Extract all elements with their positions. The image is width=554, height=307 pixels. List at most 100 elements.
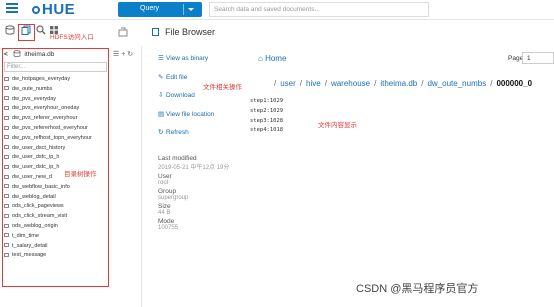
documents-icon[interactable] [118,27,128,37]
metadata-label: Mode [158,218,175,225]
table-icon [4,86,9,91]
metadata-label: Size [158,203,171,210]
content-line: step1:1029 [250,98,284,104]
tree-header: < itheima.db [4,50,54,58]
table-tree-item-label: ods_click_stream_visit [12,213,68,220]
filter-icon[interactable]: ☰ [113,51,119,58]
table-icon [4,233,9,238]
annotation-tree-ops: 目录树操作 [64,171,97,178]
action-label: View file location [166,110,215,118]
table-tree-item[interactable]: test_message [4,252,108,262]
search-input[interactable]: Search data and saved documents... [209,2,429,17]
breadcrumb-item[interactable]: 000000_0 [496,79,532,88]
table-icon [4,252,9,257]
table-tree-item-label: dw_user_dstc_ip_h [12,164,60,171]
breadcrumb-item[interactable]: user [280,79,296,88]
breadcrumb-separator: / [324,79,327,88]
table-tree-item[interactable]: dw_hotpages_everyday [4,76,108,86]
metadata-value: supergroup [158,195,189,201]
table-tree-item-label: t_dim_time [12,232,39,239]
breadcrumb-item[interactable]: itheima.db [380,79,417,88]
table-tree-item[interactable]: t_dim_time [4,233,108,243]
content-line: step2:1029 [250,107,284,114]
table-tree-item[interactable]: dw_pvs_everyhour_oneday [4,105,108,115]
metadata-value: 44 B [158,210,171,216]
query-button[interactable]: Query [118,2,202,17]
table-tree-item-label: dw_user_new_d [12,173,53,180]
table-tree-item[interactable]: ods_click_stream_visit [4,213,108,223]
watermark: CSDN @黑马程序员官方 [356,283,479,295]
home-link[interactable]: ⌂ Home [258,54,286,63]
table-tree-item[interactable]: t_salary_detail [4,243,108,253]
table-tree-item-label: dw_user_dstc_ip_h [12,154,60,161]
breadcrumb-item[interactable]: dw_oute_numbs [427,79,486,88]
table-tree-item-label: dw_pvs_refererhost_everyhour [12,124,88,131]
page-label: Page [508,55,524,62]
table-icon [4,154,9,159]
action-label: View as binary [166,55,209,62]
menu-icon[interactable] [6,3,18,13]
hue-logo[interactable]: HUE [32,1,75,18]
table-tree-item-label: dw_hotpages_everyday [12,76,71,82]
table-icon [4,145,9,150]
table-tree-item[interactable]: dw_oute_numbs [4,86,108,96]
action-view-binary[interactable]: ☰ View as binary [158,54,258,73]
breadcrumb-separator: / [299,79,303,88]
page-input[interactable]: 1 [522,52,554,64]
home-icon: ⌂ [258,54,263,63]
table-tree-item-label: t_salary_detail [12,242,48,249]
action-label: Edit file [166,73,188,81]
table-tree-item-label: dw_pvs_everyday [12,95,57,102]
refresh-icon[interactable]: ↻ [127,51,133,58]
table-icon [4,76,9,81]
metadata-value: 2019-05-21 中午12点 19分 [158,165,230,171]
table-tree-item[interactable]: ods_weblog_origin [4,223,108,233]
table-tree-item[interactable]: ods_click_pageviews [4,203,108,213]
breadcrumb-separator: / [421,79,424,88]
back-icon[interactable]: < [4,51,8,58]
tree-tools: ☰ + ↻ [113,50,133,58]
table-tree-item[interactable]: dw_pvs_referer_everyhour [4,115,108,125]
database-icon [13,50,21,58]
page-title: File Browser [152,27,215,37]
table-tree-item[interactable]: dw_webflow_basic_info [4,184,108,194]
action-download[interactable]: ⇩ Download [158,91,258,110]
table-icon [4,203,9,208]
table-icon [4,125,9,130]
filter-input[interactable]: Filter... [4,62,107,72]
table-icon [4,96,9,101]
table-tree-item[interactable]: dw_pvs_refhost_topn_everyhour [4,135,108,145]
table-icon [4,184,9,189]
search-icon[interactable] [36,25,46,35]
table-tree-item[interactable]: dw_pvs_everyday [4,96,108,106]
breadcrumb-item[interactable]: warehouse [331,79,370,88]
breadcrumb-separator: / [274,79,277,88]
view-binary-icon: ☰ [158,55,164,62]
action-label: Download [166,92,195,99]
table-icon [4,105,9,110]
database-icon[interactable] [5,25,15,35]
metadata-value: 100755 [158,225,179,231]
table-tree-item-label: dw_pvs_everyhour_oneday [12,105,80,112]
table-tree-item-label: ods_weblog_origin [12,222,58,229]
table-tree-item-label: dw_webflow_basic_info [12,183,70,190]
current-database[interactable]: itheima.db [24,51,54,58]
metadata-value: root [158,180,169,186]
table-tree-item-label: dw_user_dsct_history [12,144,66,151]
table-tree-item-label: ods_click_pageviews [12,203,64,210]
top-bar: HUE Query Search data and saved document… [0,0,554,20]
file-metadata: Last modified 2019-05-21 中午12点 19分 User roo… [158,153,248,231]
table-tree-item[interactable]: dw_user_dsct_history [4,145,108,155]
table-tree-item[interactable]: dw_weblog_detail [4,194,108,204]
action-label: Refresh [166,129,189,136]
chevron-down-icon[interactable] [188,8,194,11]
table-tree-item[interactable]: dw_pvs_refererhost_everyhour [4,125,108,135]
table-icon [4,213,9,218]
metadata-label: User [158,173,172,180]
action-location[interactable]: ▤ View file location [158,110,258,129]
table-icon [4,223,9,228]
add-icon[interactable]: + [121,51,125,58]
action-refresh[interactable]: ↻ Refresh [158,128,258,147]
breadcrumb-item[interactable]: hive [306,79,321,88]
table-tree-item[interactable]: dw_user_dstc_ip_h [4,154,108,164]
